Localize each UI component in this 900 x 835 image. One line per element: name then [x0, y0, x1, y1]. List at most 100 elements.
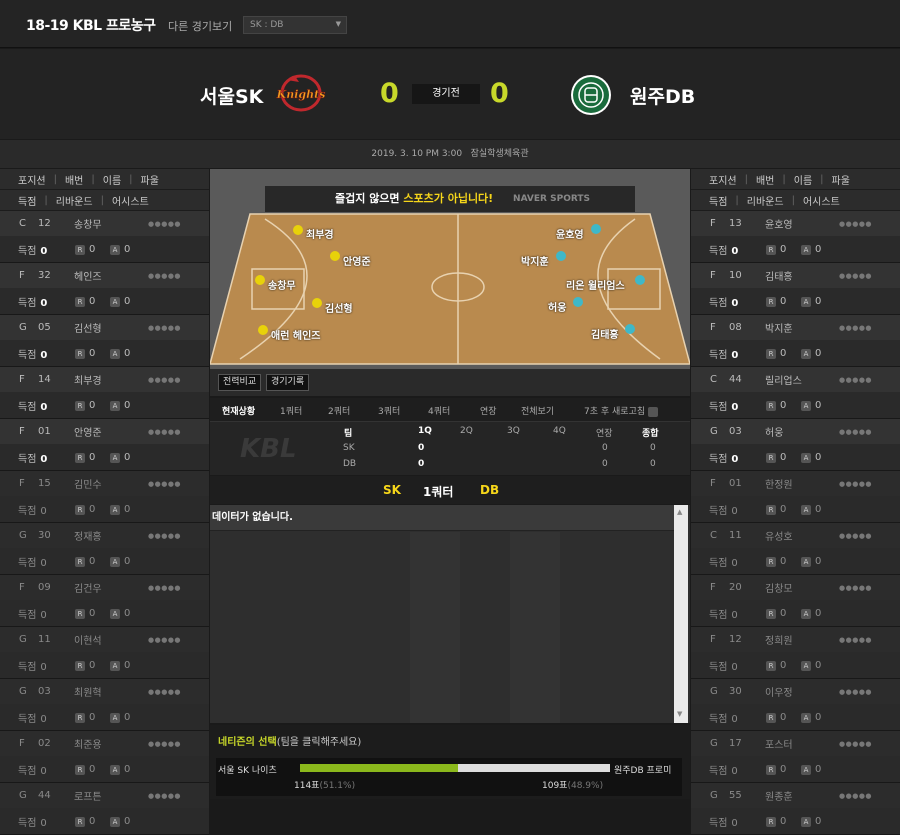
player-row[interactable]: F 01 한정원 ●●●●● 득점 0 R 0 A 0	[691, 471, 900, 523]
player-pts: 득점 0	[709, 450, 738, 465]
away-player-marker-icon[interactable]	[591, 224, 601, 234]
player-row[interactable]: G 55 원종훈 ●●●●● 득점 0 R 0 A 0	[691, 783, 900, 835]
player-name[interactable]: 안영준	[74, 424, 102, 439]
player-row[interactable]: G 44 로프튼 ●●●●● 득점 0 R 0 A 0	[0, 783, 209, 835]
tab-q1[interactable]: 1쿼터	[280, 404, 302, 417]
player-name[interactable]: 박지훈	[765, 320, 793, 335]
home-player-marker[interactable]: 송창무	[268, 277, 296, 292]
player-name[interactable]: 유성호	[765, 528, 793, 543]
player-row[interactable]: C 44 릴리업스 ●●●●● 득점 0 R 0 A 0	[691, 367, 900, 419]
away-player-marker[interactable]: 리온 윌리엄스	[566, 277, 625, 292]
player-name[interactable]: 김선형	[74, 320, 102, 335]
player-row[interactable]: G 30 정재홍 ●●●●● 득점 0 R 0 A 0	[0, 523, 209, 575]
player-row[interactable]: G 05 김선형 ●●●●● 득점 0 R 0 A 0	[0, 315, 209, 367]
tab-q2[interactable]: 2쿼터	[328, 404, 350, 417]
tab-all[interactable]: 전체보기	[521, 404, 554, 417]
player-name[interactable]: 정재홍	[74, 528, 102, 543]
away-player-marker[interactable]: 김태홍	[591, 326, 619, 341]
player-row[interactable]: C 11 유성호 ●●●●● 득점 0 R 0 A 0	[691, 523, 900, 575]
home-player-marker[interactable]: 최부경	[306, 226, 334, 241]
player-name[interactable]: 포스터	[765, 736, 793, 751]
player-name[interactable]: 헤인즈	[74, 268, 102, 283]
pts-label: 득점	[709, 609, 728, 621]
tab-q3[interactable]: 3쿼터	[378, 404, 400, 417]
player-name[interactable]: 릴리업스	[765, 372, 802, 387]
player-name[interactable]: 최부경	[74, 372, 102, 387]
player-row[interactable]: G 30 이우정 ●●●●● 득점 0 R 0 A 0	[691, 679, 900, 731]
reb-value: 0	[780, 503, 787, 515]
player-row[interactable]: G 11 이현석 ●●●●● 득점 0 R 0 A 0	[0, 627, 209, 679]
tab-overtime[interactable]: 연장	[480, 404, 497, 417]
tab-compare[interactable]: 전력비교	[218, 374, 262, 391]
player-row[interactable]: G 03 최원혁 ●●●●● 득점 0 R 0 A 0	[0, 679, 209, 731]
player-ast: A0	[110, 660, 130, 671]
player-name[interactable]: 김창모	[765, 580, 793, 595]
player-row[interactable]: F 09 김건우 ●●●●● 득점 0 R 0 A 0	[0, 575, 209, 627]
pts-label: 득점	[709, 765, 728, 777]
player-row[interactable]: F 10 김태홍 ●●●●● 득점 0 R 0 A 0	[691, 263, 900, 315]
player-row[interactable]: C 12 송창무 ●●●●● 득점 0 R 0 A 0	[0, 211, 209, 263]
player-name[interactable]: 윤호영	[765, 216, 793, 231]
scroll-down-icon[interactable]: ▼	[677, 710, 682, 718]
home-team-name[interactable]: 서울SK	[200, 82, 263, 109]
home-player-marker-icon[interactable]	[255, 275, 265, 285]
away-player-marker-icon[interactable]	[573, 297, 583, 307]
player-name[interactable]: 최원혁	[74, 684, 102, 699]
player-name[interactable]: 로프튼	[74, 788, 102, 803]
player-row[interactable]: F 08 박지훈 ●●●●● 득점 0 R 0 A 0	[691, 315, 900, 367]
player-row[interactable]: F 20 김창모 ●●●●● 득점 0 R 0 A 0	[691, 575, 900, 627]
player-name[interactable]: 김건우	[74, 580, 102, 595]
player-name[interactable]: 이우정	[765, 684, 793, 699]
player-row[interactable]: F 15 김민수 ●●●●● 득점 0 R 0 A 0	[0, 471, 209, 523]
away-player-marker[interactable]: 허웅	[548, 299, 566, 314]
home-player-marker[interactable]: 안영준	[343, 253, 371, 268]
foul-dots: ●●●●●	[148, 791, 182, 800]
player-name[interactable]: 허웅	[765, 424, 783, 439]
away-team-name[interactable]: 원주DB	[630, 82, 695, 109]
home-player-marker-icon[interactable]	[258, 325, 268, 335]
vote-away-team[interactable]: 원주DB 프로미	[614, 763, 671, 776]
away-player-marker-icon[interactable]	[556, 251, 566, 261]
reb-badge-icon: R	[766, 816, 776, 827]
home-player-marker[interactable]: 김선형	[325, 300, 353, 315]
game-datetime: 2019. 3. 10 PM 3:00	[371, 149, 463, 159]
auto-refresh[interactable]: 7초 후 새로고침	[584, 404, 659, 417]
player-name[interactable]: 정희원	[765, 632, 793, 647]
player-name[interactable]: 송창무	[74, 216, 102, 231]
reb-badge-icon: R	[766, 504, 776, 515]
player-row[interactable]: F 14 최부경 ●●●●● 득점 0 R 0 A 0	[0, 367, 209, 419]
reb-value: 0	[780, 399, 787, 411]
pts-value: 0	[731, 505, 738, 517]
away-player-marker[interactable]: 박지훈	[521, 253, 549, 268]
vote-home-team[interactable]: 서울 SK 나이츠	[218, 763, 277, 776]
tab-q4[interactable]: 4쿼터	[428, 404, 450, 417]
away-player-marker-icon[interactable]	[635, 275, 645, 285]
home-player-marker-icon[interactable]	[312, 298, 322, 308]
player-name[interactable]: 원종훈	[765, 788, 793, 803]
tab-current[interactable]: 현재상황	[222, 404, 255, 417]
player-row[interactable]: F 12 정희원 ●●●●● 득점 0 R 0 A 0	[691, 627, 900, 679]
player-row[interactable]: G 17 포스터 ●●●●● 득점 0 R 0 A 0	[691, 731, 900, 783]
player-row[interactable]: F 13 윤호영 ●●●●● 득점 0 R 0 A 0	[691, 211, 900, 263]
game-select[interactable]: SK : DB ▼	[243, 16, 347, 34]
player-name[interactable]: 이현석	[74, 632, 102, 647]
player-name[interactable]: 한정원	[765, 476, 793, 491]
player-row[interactable]: F 02 최준용 ●●●●● 득점 0 R 0 A 0	[0, 731, 209, 783]
away-player-marker-icon[interactable]	[625, 324, 635, 334]
player-row[interactable]: G 03 허웅 ●●●●● 득점 0 R 0 A 0	[691, 419, 900, 471]
pts-label: 득점	[709, 505, 728, 517]
home-player-marker-icon[interactable]	[330, 251, 340, 261]
player-row[interactable]: F 01 안영준 ●●●●● 득점 0 R 0 A 0	[0, 419, 209, 471]
player-name[interactable]: 최준용	[74, 736, 102, 751]
player-row[interactable]: F 32 헤인즈 ●●●●● 득점 0 R 0 A 0	[0, 263, 209, 315]
player-name[interactable]: 김민수	[74, 476, 102, 491]
home-player-marker-icon[interactable]	[293, 225, 303, 235]
reb-badge-icon: R	[75, 348, 85, 359]
log-scrollbar[interactable]: ▲ ▼	[674, 505, 688, 723]
scroll-up-icon[interactable]: ▲	[677, 508, 682, 516]
away-player-marker[interactable]: 윤호영	[556, 226, 584, 241]
player-name[interactable]: 김태홍	[765, 268, 793, 283]
tab-game-record[interactable]: 경기기록	[266, 374, 310, 391]
current-home: SK	[383, 483, 401, 497]
home-player-marker[interactable]: 애런 헤인즈	[271, 327, 320, 342]
